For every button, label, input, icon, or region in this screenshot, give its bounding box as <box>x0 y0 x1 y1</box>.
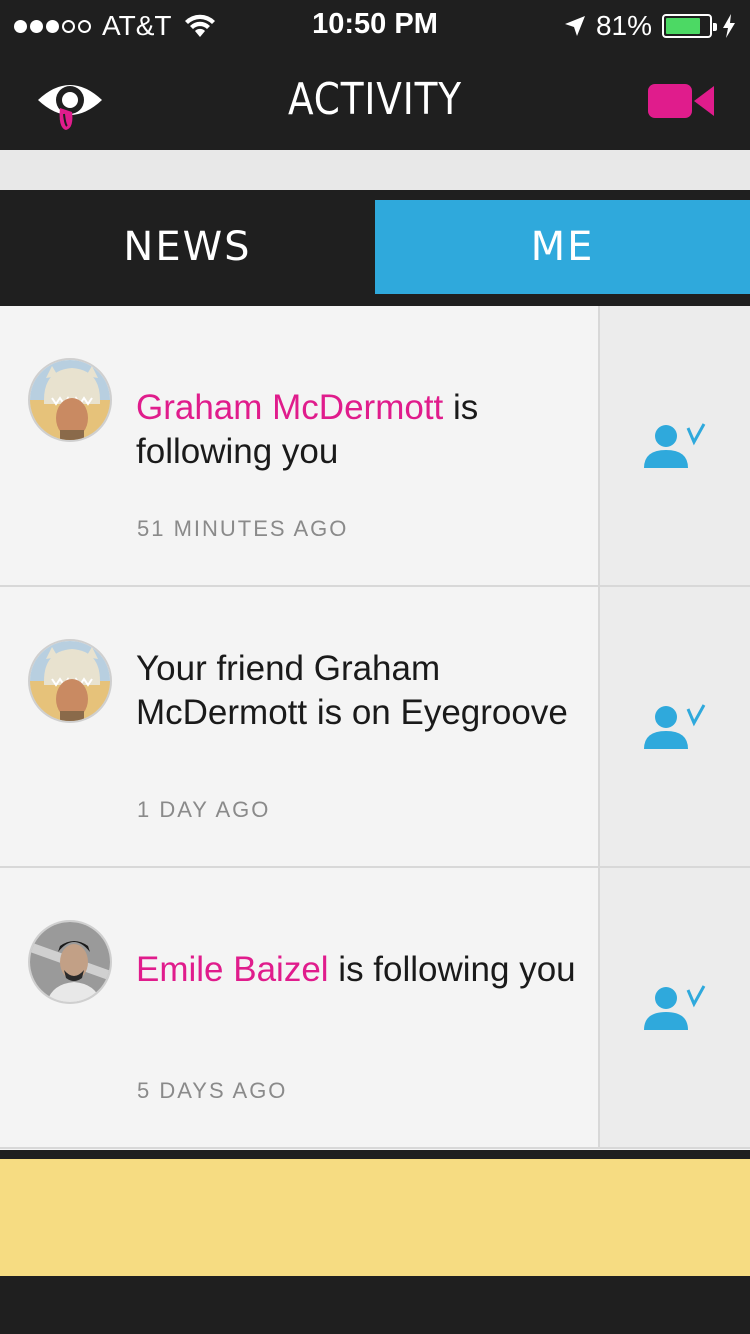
bottom-bar <box>0 1276 750 1334</box>
activity-message: Graham McDermott is following you <box>136 386 576 474</box>
avatar[interactable] <box>28 358 112 442</box>
follow-action[interactable] <box>598 587 750 866</box>
user-name-link[interactable]: Graham McDermott <box>136 388 443 427</box>
status-bar: AT&T 10:50 PM 81% <box>0 0 750 50</box>
tab-news[interactable]: NEWS <box>0 200 375 294</box>
follow-check-icon[interactable] <box>642 422 706 470</box>
battery-icon <box>662 14 717 38</box>
avatar[interactable] <box>28 920 112 1004</box>
activity-message: Emile Baizel is following you <box>136 948 576 992</box>
list-item[interactable]: Your friend Graham McDermott is on Eyegr… <box>0 587 750 868</box>
nav-bar: ACTIVITY <box>0 50 750 150</box>
follow-check-icon[interactable] <box>642 703 706 751</box>
battery-percent: 81% <box>595 10 652 41</box>
tab-me[interactable]: ME <box>375 200 750 294</box>
location-arrow-icon <box>564 16 585 36</box>
banner-strip <box>0 150 750 190</box>
avatar[interactable] <box>28 639 112 723</box>
bottom-banner <box>0 1159 750 1276</box>
list-item[interactable]: Emile Baizel is following you 5 DAYS AGO <box>0 868 750 1149</box>
charging-bolt-icon <box>723 14 735 38</box>
activity-timestamp: 51 MINUTES AGO <box>137 516 349 541</box>
video-camera-icon[interactable] <box>648 82 714 120</box>
activity-timestamp: 5 DAYS AGO <box>137 1078 288 1103</box>
user-name-link[interactable]: Emile Baizel <box>136 950 329 989</box>
page-title: ACTIVITY <box>287 74 463 125</box>
activity-text: is following you <box>328 950 576 989</box>
activity-list: Graham McDermott is following you 51 MIN… <box>0 306 750 1150</box>
activity-timestamp: 1 DAY AGO <box>137 797 271 822</box>
activity-message: Your friend Graham McDermott is on Eyegr… <box>136 649 568 732</box>
follow-check-icon[interactable] <box>642 984 706 1032</box>
list-item[interactable]: Graham McDermott is following you 51 MIN… <box>0 306 750 587</box>
follow-action[interactable] <box>598 306 750 585</box>
follow-action[interactable] <box>598 868 750 1147</box>
tab-bar: NEWS ME <box>0 190 750 306</box>
